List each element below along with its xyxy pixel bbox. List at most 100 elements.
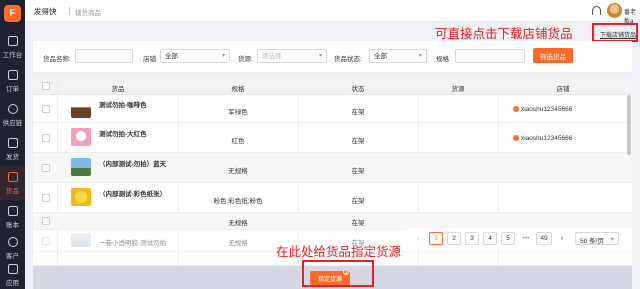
sidebar-item-ledger[interactable]: 账本: [0, 200, 25, 234]
sidebar-item-supply-chain[interactable]: 供应链: [0, 98, 25, 132]
prev-page-button[interactable]: ‹: [411, 232, 425, 245]
truck-icon: [7, 137, 18, 148]
table-row[interactable]: 测试勿拍-大红色 红色 在架 xiaoshu12345666: [33, 123, 632, 153]
spec-label: 规格:: [436, 56, 451, 63]
goods-name: 测试勿拍-大红色: [99, 131, 147, 138]
goods-status: 在架: [351, 168, 365, 175]
column-shop: 店铺: [556, 86, 570, 93]
shop-label: 店铺:: [143, 56, 158, 63]
goods-icon: [7, 171, 18, 182]
sidebar-item-label: 货品: [6, 187, 19, 195]
shop-select-value: 全部: [165, 53, 178, 60]
chevron-down-icon: ▾: [418, 53, 422, 59]
page-4-button[interactable]: 4: [483, 232, 497, 245]
sidebar-item-label: 账本: [6, 221, 19, 229]
sidebar-item-label: 订单: [6, 85, 19, 93]
goods-name-input[interactable]: [75, 49, 133, 63]
sidebar: F 工作台 订单 供应链 发货 货品 账本 客户 应用: [0, 0, 25, 289]
sidebar-item-goods[interactable]: 货品: [0, 166, 25, 200]
goods-spec: 无规格: [228, 168, 248, 175]
page-3-button[interactable]: 3: [465, 232, 479, 245]
goods-spec: 军绿色: [228, 109, 248, 116]
page-49-button[interactable]: 49: [536, 232, 552, 245]
goods-name: （内部测试-彩色纸张）: [99, 191, 167, 198]
page-2-button[interactable]: 2: [447, 232, 461, 245]
download-hint-annotation: 可直接点击下载店铺货品: [435, 27, 573, 41]
goods-thumbnail: [71, 233, 91, 247]
page-5-button[interactable]: 5: [501, 232, 515, 245]
app-brand: 发得快: [34, 7, 57, 16]
select-all-checkbox[interactable]: [42, 82, 50, 90]
sidebar-item-customer[interactable]: 客户: [0, 234, 25, 262]
row-checkbox[interactable]: [42, 134, 50, 142]
supply-chain-icon: [7, 103, 18, 114]
customer-icon: [7, 236, 18, 247]
table-header: 货品 规格 状态 货源 店铺: [33, 78, 632, 95]
next-page-button[interactable]: ›: [555, 232, 569, 245]
table-row[interactable]: 测试勿拍-咖啡色 军绿色 在架 xiaoshu12345666: [33, 95, 632, 123]
page-size-select[interactable]: 50 条/页 ▾: [575, 232, 619, 245]
goods-spec: 粉色;彩色纸;粉色: [213, 198, 263, 205]
column-source: 货源: [451, 86, 465, 93]
goods-status-select[interactable]: 全部 ▾: [369, 49, 427, 63]
goods-status: 在架: [351, 220, 365, 227]
sidebar-item-label: 客户: [6, 252, 19, 260]
table-row[interactable]: （内部测试-勿拍）蓝天 无规格 在架: [33, 153, 632, 183]
goods-thumbnail: [71, 188, 91, 206]
page-1-button[interactable]: 1: [429, 232, 443, 245]
download-hint-box: [592, 23, 638, 42]
workbench-icon: [7, 35, 18, 46]
table-scrollbar[interactable]: [627, 95, 631, 155]
goods-name: （内部测试-勿拍）蓝天: [99, 161, 167, 168]
chevron-down-icon: ▾: [610, 236, 614, 243]
goods-spec: 红色: [231, 138, 245, 145]
filter-goods-button[interactable]: 筛选货品: [533, 48, 573, 63]
row-checkbox[interactable]: [42, 217, 50, 225]
goods-name: 测试勿拍-咖啡色: [99, 102, 147, 109]
source-select[interactable]: 请选择 ▾: [257, 49, 327, 63]
goods-thumbnail: [71, 100, 91, 118]
page-ellipsis[interactable]: •••: [518, 232, 534, 245]
app-logo[interactable]: F: [4, 5, 21, 22]
goods-name: 一巷小透明胶-测试勿拍: [99, 240, 167, 247]
headset-icon[interactable]: [592, 6, 601, 15]
row-checkbox[interactable]: [42, 237, 50, 245]
table-row[interactable]: （内部测试-彩色纸张） 粉色;彩色纸;粉色 在架: [33, 183, 632, 213]
order-icon: [7, 69, 18, 80]
sidebar-item-label: 工作台: [2, 51, 23, 59]
goods-thumbnail: [71, 158, 91, 176]
row-checkbox[interactable]: [42, 105, 50, 113]
goods-spec: 无规格: [228, 220, 248, 227]
shop-cell: xiaoshu12345666: [513, 106, 572, 113]
goods-status: 在架: [351, 138, 365, 145]
sidebar-item-apps[interactable]: 应用: [0, 262, 25, 289]
assign-hint-box: [302, 260, 374, 287]
spec-input[interactable]: [455, 49, 525, 63]
shop-name: xiaoshu12345666: [521, 135, 573, 142]
page-size-value: 50 条/页: [580, 238, 604, 245]
shop-select[interactable]: 全部 ▾: [160, 49, 230, 63]
filter-panel: 货品名称: 店铺: 全部 ▾ 货源: 请选择 ▾ 货品状态: 全部 ▾ 规格: …: [33, 41, 632, 72]
shop-cell: xiaoshu12345666: [513, 135, 572, 142]
shop-icon: [513, 135, 519, 142]
pagination: ‹ 1 2 3 4 5 ••• 49 › 50 条/页 ▾: [407, 228, 632, 248]
sidebar-item-workbench[interactable]: 工作台: [0, 30, 25, 64]
source-select-placeholder: 请选择: [262, 53, 282, 60]
sidebar-item-orders[interactable]: 订单: [0, 64, 25, 98]
sidebar-item-shipping[interactable]: 发货: [0, 132, 25, 166]
goods-status-value: 全部: [374, 53, 387, 60]
ledger-icon: [7, 205, 18, 216]
avatar[interactable]: [607, 3, 622, 18]
shop-name: xiaoshu12345666: [521, 106, 573, 113]
goods-status: 在架: [351, 198, 365, 205]
chevron-down-icon: ▾: [318, 53, 322, 59]
shop-icon: [513, 106, 519, 113]
assign-hint-annotation: 在此处给货品指定货源: [276, 245, 402, 259]
top-header: 发得快 铺货商品 番老板a: [25, 0, 640, 25]
chevron-down-icon: ▾: [221, 53, 225, 59]
column-spec: 规格: [231, 86, 245, 93]
goods-name-label: 货品名称:: [43, 56, 71, 63]
source-label: 货源:: [238, 56, 253, 63]
row-checkbox[interactable]: [42, 194, 50, 202]
row-checkbox[interactable]: [42, 164, 50, 172]
